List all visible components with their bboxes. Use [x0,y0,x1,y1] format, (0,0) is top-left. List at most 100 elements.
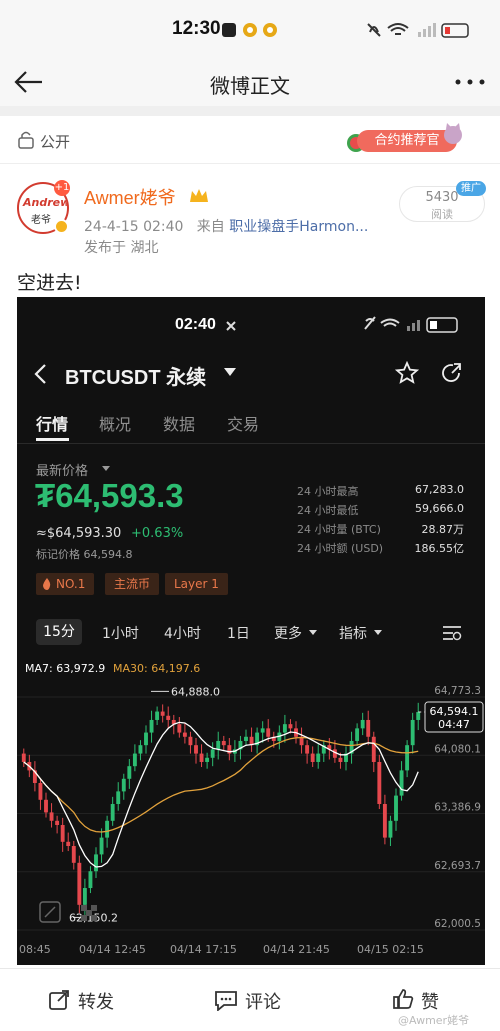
x-label-2: 04/14 17:15 [170,943,237,956]
repost-button[interactable]: 转发 [78,988,114,1014]
current-price-label: 64,594.1 [430,705,479,718]
notification-icons [222,23,277,37]
candle [355,728,360,741]
tab-trade[interactable]: 交易 [227,411,259,435]
page-title: 微博正文 [210,74,290,98]
tag-mainstream[interactable]: 主流币 [105,573,160,595]
more-options-icon[interactable] [454,78,486,86]
candle [44,799,48,813]
candle [371,736,376,762]
timeframe-more[interactable]: 更多 [274,623,302,643]
tag-layer1[interactable]: Layer 1 [165,573,228,595]
high-annotation: 64,888.0 [171,685,220,698]
candle [244,736,248,741]
timeframe-15m[interactable]: 15分 [36,619,82,645]
x-label-3: 04/14 21:45 [263,943,330,956]
price-caret-icon [102,466,110,471]
countdown-label: 04:47 [438,718,470,731]
candle [55,820,60,826]
timeframe-1d[interactable]: 1日 [227,623,250,643]
embedded-screenshot[interactable]: 02:40 BTCUSDT 永续 行情 概况 数据 交易 最新价格 ₮64,59… [17,297,485,965]
candle [132,753,137,767]
timeframe-1h[interactable]: 1小时 [102,623,139,643]
candle [182,732,187,737]
nav-bar: 微博正文 [0,60,500,106]
candle [205,757,210,762]
app-notify-icon [226,321,236,331]
y-tick-label: 63,386.9 [434,802,481,814]
candle [94,854,98,872]
candles-group [21,702,421,915]
stat-value-low: 59,666.0 [415,502,464,515]
like-icon[interactable] [392,988,414,1010]
mark-price: 标记价格 64,594.8 [36,548,133,561]
ma-lines [23,721,419,868]
chart-grid [17,696,485,931]
verified-badge-icon [54,219,69,234]
price-change: +0.63% [131,526,184,541]
candle [188,736,193,746]
comment-icon[interactable] [214,989,238,1011]
x-label-0: 08:45 [19,943,51,956]
candle [66,841,71,847]
stat-label-high: 24 小时最高 [297,485,359,498]
share-icon[interactable] [439,361,463,385]
candle [382,803,387,838]
avatar-plus-badge: +1 [54,180,70,196]
stat-label-low: 24 小时最低 [297,504,359,517]
chevron-left-icon[interactable] [33,363,49,385]
read-label: 阅读 [431,208,453,221]
candle [399,770,404,796]
indicators-caret-icon [374,630,382,635]
author-name[interactable]: Awmer姥爷 [84,184,176,210]
ma7-legend: MA7: 63,972.9 [25,662,106,675]
comment-button[interactable]: 评论 [245,988,281,1014]
repost-icon[interactable] [48,989,70,1011]
candle [282,724,287,733]
promo-banner[interactable]: 合约推荐官 [345,123,465,156]
tab-market[interactable]: 行情 [36,411,68,435]
promoted-badge: 推广 [456,181,486,196]
stat-value-high: 67,283.0 [415,483,464,496]
tag-rank-label: NO.1 [56,577,86,591]
fullscreen-icon[interactable] [39,901,61,923]
y-tick-label: 64,080.1 [434,743,481,755]
status-bar: 12:30 [0,0,500,60]
usd-price: ≈$64,593.30 [36,526,122,541]
candle [305,745,310,754]
chart-settings-icon[interactable] [442,625,462,641]
candle [60,825,65,842]
candle [194,745,198,754]
lock-icon [18,131,34,149]
source-link[interactable]: 职业操盘手Harmon... [229,219,368,235]
candle [88,871,93,889]
trading-pair[interactable]: BTCUSDT 永续 [65,361,206,390]
candle [338,757,343,762]
candle [38,782,43,800]
candle [288,724,293,729]
candle [166,715,171,720]
timeframe-4h[interactable]: 4小时 [164,623,201,643]
x-label-4: 04/15 02:15 [357,943,424,956]
ma30-legend: MA30: 64,197.6 [113,662,201,675]
indicators-button[interactable]: 指标 [339,623,367,643]
caret-down-icon[interactable] [223,367,237,377]
like-button[interactable]: 赞 [421,988,439,1014]
post-location: 发布于 湖北 [84,240,159,256]
cat-mascot-icon [444,123,462,144]
status-time: 12:30 [172,18,221,39]
star-icon[interactable] [395,361,419,385]
candle [216,740,221,750]
tab-overview[interactable]: 概况 [99,411,131,435]
post-text: 空进去! [17,272,82,294]
candle [149,719,154,733]
tab-divider [17,443,485,444]
candle [394,795,398,821]
tab-data[interactable]: 数据 [163,411,195,435]
post-meta: 24-4-15 02:40 来自 职业操盘手Harmon... [84,216,368,236]
okx-watermark-logo [81,905,97,921]
candle [210,749,215,758]
candle [310,753,315,762]
candle [160,711,165,716]
weibo-post-page: 12:30 微博正文 公开 合约推荐官 Andrew 老爷 +1 Awmer姥爷… [0,0,500,1031]
